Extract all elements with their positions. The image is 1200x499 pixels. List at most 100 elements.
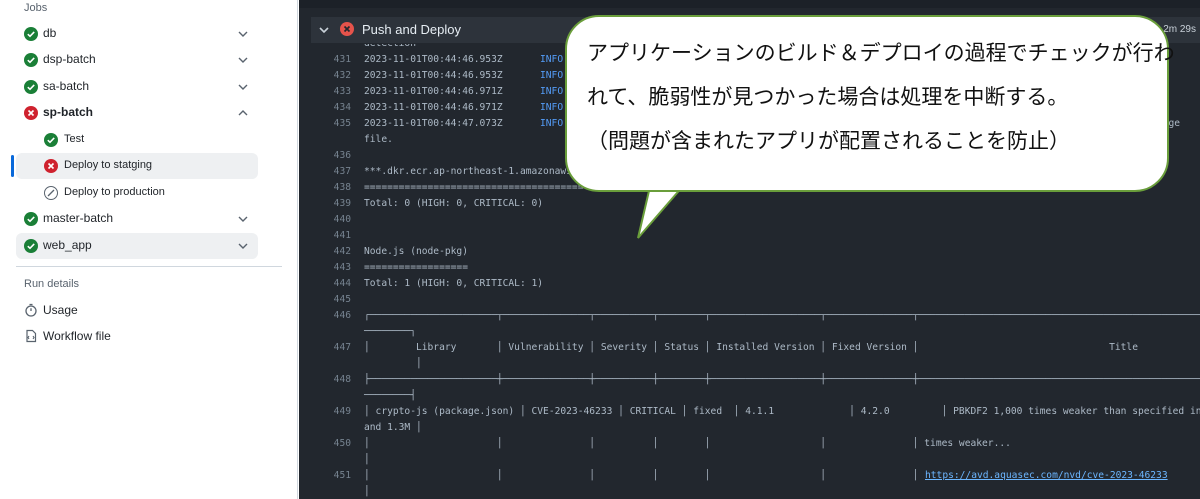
log-text: │ │ │ │ │ │ │ [364,470,925,481]
log-text: ├──────────────────────┼───────────────┼… [364,374,1200,385]
log-line: 446 ┌──────────────────────┬─────────────… [299,310,1200,326]
check-circle-icon [24,27,38,41]
job-step-deploy-to-production[interactable]: Deploy to production [16,180,258,206]
callout-line-2: れて、脆弱性が見つかった場合は処理を中断する。 [587,86,1069,109]
job-label: sp-batch [43,105,94,119]
chevron-down-icon[interactable] [236,27,250,41]
panel-top-border [299,0,1200,8]
job-web-app[interactable]: web_app [16,233,258,259]
log-line: 443 ================== [299,262,1200,278]
step-title: Push and Deploy [362,22,462,37]
line-number: 433 [333,86,351,97]
line-number: 442 [333,246,351,257]
check-circle-icon [24,80,38,94]
log-text: ────────┤ [364,390,416,401]
jobs-heading: Jobs [24,2,48,14]
line-number: 431 [333,54,351,65]
job-label: Deploy to statging [64,159,153,171]
log-text: │ [364,454,370,465]
annotation-callout: アプリケーションのビルド＆デプロイの過程でチェックが行わ れて、脆弱性が見つかっ… [565,15,1175,192]
chevron-down-icon[interactable] [317,23,331,37]
log-text: ***.dkr.ecr.ap-northeast-1.amazonaws. [364,166,578,177]
line-number: 444 [333,278,351,289]
line-number: 437 [333,166,351,177]
job-sa-batch[interactable]: sa-batch [16,74,258,100]
job-label: Deploy to production [64,186,165,198]
log-line: 449 │ crypto-js (package.json) │ CVE-2023… [299,406,1200,422]
log-line: 445 [299,294,1200,310]
job-sp-batch[interactable]: sp-batch [16,100,258,126]
log-line: 444 Total: 1 (HIGH: 0, CRITICAL: 1) [299,278,1200,294]
stopwatch-icon [25,303,37,317]
log-text: 2023-11-01T00:44:47.073Z [364,118,503,129]
log-text: ================== [364,262,468,273]
check-circle-icon [44,133,58,147]
log-text: Total: 1 (HIGH: 0, CRITICAL: 1) [364,278,544,289]
line-number: 451 [333,470,351,481]
log-text: Total: 0 (HIGH: 0, CRITICAL: 0) [364,198,544,209]
workflow-file-label: Workflow file [43,329,111,343]
log-text: file. [364,134,393,145]
log-line: ────────┤ [299,390,1200,406]
line-number: 450 [333,438,351,449]
line-number: 448 [333,374,351,385]
log-text: 2023-11-01T00:44:46.971Z [364,86,503,97]
log-line: │ [299,358,1200,374]
line-number: 447 [333,342,351,353]
log-line: 450 │ │ │ │ │ │ │ times weaker... [299,438,1200,454]
run-details-heading: Run details [24,278,80,290]
chevron-down-icon[interactable] [236,212,250,226]
chevron-up-icon[interactable] [236,106,250,120]
job-step-deploy-to-staging[interactable]: Deploy to statging [16,153,258,179]
line-number: 438 [333,182,351,193]
step-duration: 2m 29s [1163,24,1196,35]
log-text: 2023-11-01T00:44:46.953Z [364,54,503,65]
workflow-file-icon [26,329,37,343]
line-number: 435 [333,118,351,129]
log-text: detection [364,44,416,49]
log-text: Node.js (node-pkg) [364,246,468,257]
job-label: db [43,26,57,40]
line-number: 441 [333,230,351,241]
log-line: ────────┐ [299,326,1200,342]
selected-indicator [11,155,14,177]
job-label: Test [64,133,85,145]
skipped-icon [44,186,58,200]
log-line: 447 │ Library │ Vulnerability │ Severity … [299,342,1200,358]
job-db[interactable]: db [16,21,258,47]
log-line: 442 Node.js (node-pkg) [299,246,1200,262]
check-circle-icon [24,53,38,67]
log-level: INFO [540,70,564,81]
job-label: dsp-batch [43,52,96,66]
log-text: ────────┐ [364,326,416,337]
chevron-down-icon[interactable] [236,53,250,67]
x-circle-icon [340,22,354,36]
log-line: 439 Total: 0 (HIGH: 0, CRITICAL: 0) [299,198,1200,214]
jobs-sidebar: Jobs db dsp-batch sa-batch sp-batch Test… [0,0,298,499]
line-number: 445 [333,294,351,305]
job-label: master-batch [43,211,114,225]
log-level: INFO [540,102,564,113]
log-line: 451 │ │ │ │ │ │ │ https://avd.aquasec.com… [299,470,1200,486]
log-text: 2023-11-01T00:44:46.971Z [364,102,503,113]
x-circle-icon [44,159,58,173]
log-line: and 1.3M │ [299,422,1200,438]
chevron-down-icon[interactable] [236,80,250,94]
log-text: │ [364,358,422,369]
line-number: 439 [333,198,351,209]
cve-link[interactable]: https://avd.aquasec.com/nvd/cve-2023-462… [925,470,1168,481]
log-line: 441 [299,230,1200,246]
job-step-test[interactable]: Test [16,127,258,153]
line-number: 443 [333,262,351,273]
log-line: │ [299,454,1200,470]
log-level: INFO [540,118,564,129]
chevron-down-icon[interactable] [236,239,250,253]
log-text: and 1.3M │ [364,422,422,433]
line-number: 440 [333,214,351,225]
job-label: web_app [43,238,92,252]
log-text: │ [364,486,370,497]
line-number: 446 [333,310,351,321]
line-number: 436 [333,150,351,161]
job-master-batch[interactable]: master-batch [16,206,258,232]
job-dsp-batch[interactable]: dsp-batch [16,47,258,73]
